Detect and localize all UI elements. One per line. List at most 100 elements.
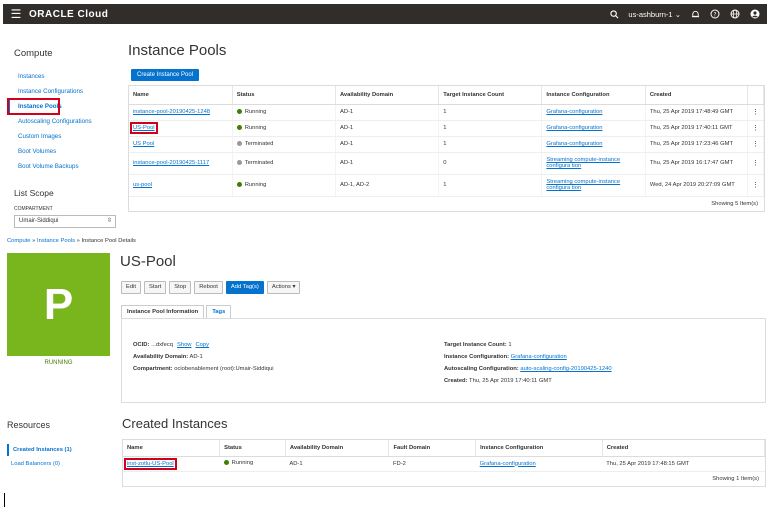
column-header-name[interactable]: Name <box>123 440 221 457</box>
copy-ocid-link[interactable]: Copy <box>196 342 210 348</box>
chevron-down-icon: ⌄ <box>674 9 681 19</box>
fault-domain-cell: FD-2 <box>388 456 476 472</box>
table-row: inst-zotlu-US-Pool Running AD-1 FD-2 Gra… <box>123 456 765 472</box>
search-icon[interactable] <box>608 8 620 20</box>
oci-console: ☰ ORACLE Cloud us-ashburn-1 ⌄ ? Compute … <box>0 0 773 511</box>
pool-avatar-tile: P <box>7 253 110 356</box>
sidebar-item-autoscaling-configurations[interactable]: Autoscaling Configurations <box>8 114 120 129</box>
created-cell: Thu, 25 Apr 2019 17:23:46 GMT <box>645 136 748 153</box>
pool-name-link[interactable]: US-Pool <box>130 122 158 134</box>
autoscaling-configuration-link[interactable]: auto-scaling-config-20190425-1240 <box>520 366 611 372</box>
created-cell: Thu, 25 Apr 2019 17:40:11 GMT <box>645 120 748 137</box>
status-cell: Running <box>219 456 286 472</box>
status-text: Running <box>244 182 267 189</box>
bell-icon[interactable] <box>689 8 701 20</box>
compartment-value: ociobenablement (root):Umair-Siddiqui <box>174 366 274 372</box>
column-header-availability-domain[interactable]: Availability Domain <box>285 440 390 457</box>
help-icon[interactable]: ? <box>709 8 721 20</box>
column-header-created[interactable]: Created <box>602 440 766 457</box>
resource-load-balancers[interactable]: Load Balancers (0) <box>7 458 60 470</box>
created-label: Created: <box>444 378 468 384</box>
column-header-actions <box>747 86 765 105</box>
column-header-name[interactable]: Name <box>129 86 233 105</box>
created-row: Created: Thu, 25 Apr 2019 17:40:11 GMT <box>444 375 612 387</box>
config-link[interactable]: Streaming compute-instance configura tio… <box>546 179 620 191</box>
config-link[interactable]: Grafana-configuration <box>546 109 602 115</box>
column-header-instance-configuration[interactable]: Instance Configuration <box>475 440 603 457</box>
resources-heading: Resources <box>7 420 51 430</box>
pool-avatar-letter: P <box>43 279 74 329</box>
pool-name-link[interactable]: instance-pool-20190425-1117 <box>133 160 209 166</box>
count-cell: 1 <box>438 120 543 137</box>
create-instance-pool-button[interactable]: Create Instance Pool <box>131 69 200 81</box>
ad-cell: AD-1 <box>335 136 440 153</box>
region-label: us-ashburn-1 <box>628 9 673 19</box>
resource-created-instances[interactable]: Created Instances (1) <box>7 444 111 456</box>
sidebar-item-boot-volumes[interactable]: Boot Volumes <box>8 144 120 159</box>
kebab-menu-icon[interactable]: ⋮ <box>747 120 765 137</box>
column-header-created[interactable]: Created <box>645 86 748 105</box>
kebab-menu-icon[interactable]: ⋮ <box>747 104 765 121</box>
column-header-fault-domain[interactable]: Fault Domain <box>388 440 477 457</box>
column-header-availability-domain[interactable]: Availability Domain <box>335 86 440 105</box>
globe-icon[interactable] <box>729 8 741 20</box>
table-row: US Pool Terminated AD-1 1 Grafana-config… <box>129 136 765 153</box>
tab-tags[interactable]: Tags <box>206 305 232 318</box>
hamburger-icon[interactable]: ☰ <box>3 7 29 21</box>
config-link[interactable]: Grafana-configuration <box>546 141 602 147</box>
region-selector[interactable]: us-ashburn-1 ⌄ <box>628 10 681 19</box>
sidebar-item-custom-images[interactable]: Custom Images <box>8 129 120 144</box>
target-count-label: Target Instance Count: <box>444 342 507 348</box>
instance-name-link[interactable]: inst-zotlu-US-Pool <box>124 457 177 470</box>
breadcrumb-compute[interactable]: Compute <box>7 238 31 244</box>
availability-domain-row: Availability Domain: AD-1 <box>133 351 274 363</box>
stop-button[interactable]: Stop <box>169 281 192 294</box>
info-right-column: Target Instance Count: 1 Instance Config… <box>444 339 612 387</box>
column-header-status[interactable]: Status <box>219 440 286 457</box>
ad-cell: AD-1 <box>335 152 440 175</box>
status-text: Running <box>244 109 267 116</box>
ocid-label: OCID: <box>133 342 150 348</box>
reboot-button[interactable]: Reboot <box>194 281 223 294</box>
add-tags-button[interactable]: Add Tag(s) <box>225 281 264 294</box>
sidebar-item-instance-configurations[interactable]: Instance Configurations <box>8 84 120 99</box>
sidebar-item-boot-volume-backups[interactable]: Boot Volume Backups <box>8 159 120 174</box>
pool-name-link[interactable]: US Pool <box>133 141 154 147</box>
top-navigation-bar: ☰ ORACLE Cloud us-ashburn-1 ⌄ ? <box>3 4 767 24</box>
sidebar-item-instance-pools[interactable]: Instance Pools <box>7 98 62 115</box>
kebab-menu-icon[interactable]: ⋮ <box>747 136 765 153</box>
user-icon[interactable] <box>749 8 761 20</box>
oracle-cloud-logo[interactable]: ORACLE Cloud <box>29 9 108 20</box>
status-dot-icon <box>236 181 242 187</box>
start-button[interactable]: Start <box>144 281 167 294</box>
info-left-column: OCID: ...dxfecq Show Copy Availability Dom… <box>133 339 274 375</box>
compartment-select[interactable]: Umair-Siddiqui ⇳ <box>14 215 116 228</box>
config-link[interactable]: Streaming compute-instance configura tio… <box>546 157 620 169</box>
count-cell: 1 <box>438 174 543 197</box>
ad-value: AD-1 <box>189 354 203 360</box>
pool-name-link[interactable]: us-pool <box>133 182 152 188</box>
count-cell: 1 <box>438 136 543 153</box>
column-header-status[interactable]: Status <box>232 86 336 105</box>
config-link[interactable]: Grafana-configuration <box>546 125 602 131</box>
edit-button[interactable]: Edit <box>121 281 141 294</box>
status-text: Terminated <box>244 141 274 148</box>
sidebar-item-instances[interactable]: Instances <box>8 69 120 84</box>
detail-title: US-Pool <box>120 253 176 270</box>
config-link[interactable]: Grafana-configuration <box>480 461 536 467</box>
breadcrumb-instance-pools[interactable]: Instance Pools <box>37 238 75 244</box>
table-row: us-pool Running AD-1, AD-2 1 Streaming c… <box>129 174 765 197</box>
kebab-menu-icon[interactable]: ⋮ <box>747 152 765 175</box>
actions-dropdown[interactable]: Actions ▾ <box>266 281 301 294</box>
kebab-menu-icon[interactable]: ⋮ <box>747 174 765 197</box>
pool-name-link[interactable]: instance-pool-20190425-1248 <box>133 109 210 115</box>
status-text: Running <box>244 125 267 132</box>
detail-tabs: Instance Pool Information Tags <box>121 305 232 318</box>
pools-item-count: Showing 5 Item(s) <box>711 200 758 207</box>
instance-configuration-row: Instance Configuration: Grafana-configur… <box>444 351 612 363</box>
column-header-target-count[interactable]: Target Instance Count <box>438 86 543 105</box>
tab-instance-pool-information[interactable]: Instance Pool Information <box>121 305 205 318</box>
instance-configuration-link[interactable]: Grafana-configuration <box>511 354 567 360</box>
show-ocid-link[interactable]: Show <box>177 342 192 348</box>
column-header-instance-configuration[interactable]: Instance Configuration <box>541 86 646 105</box>
